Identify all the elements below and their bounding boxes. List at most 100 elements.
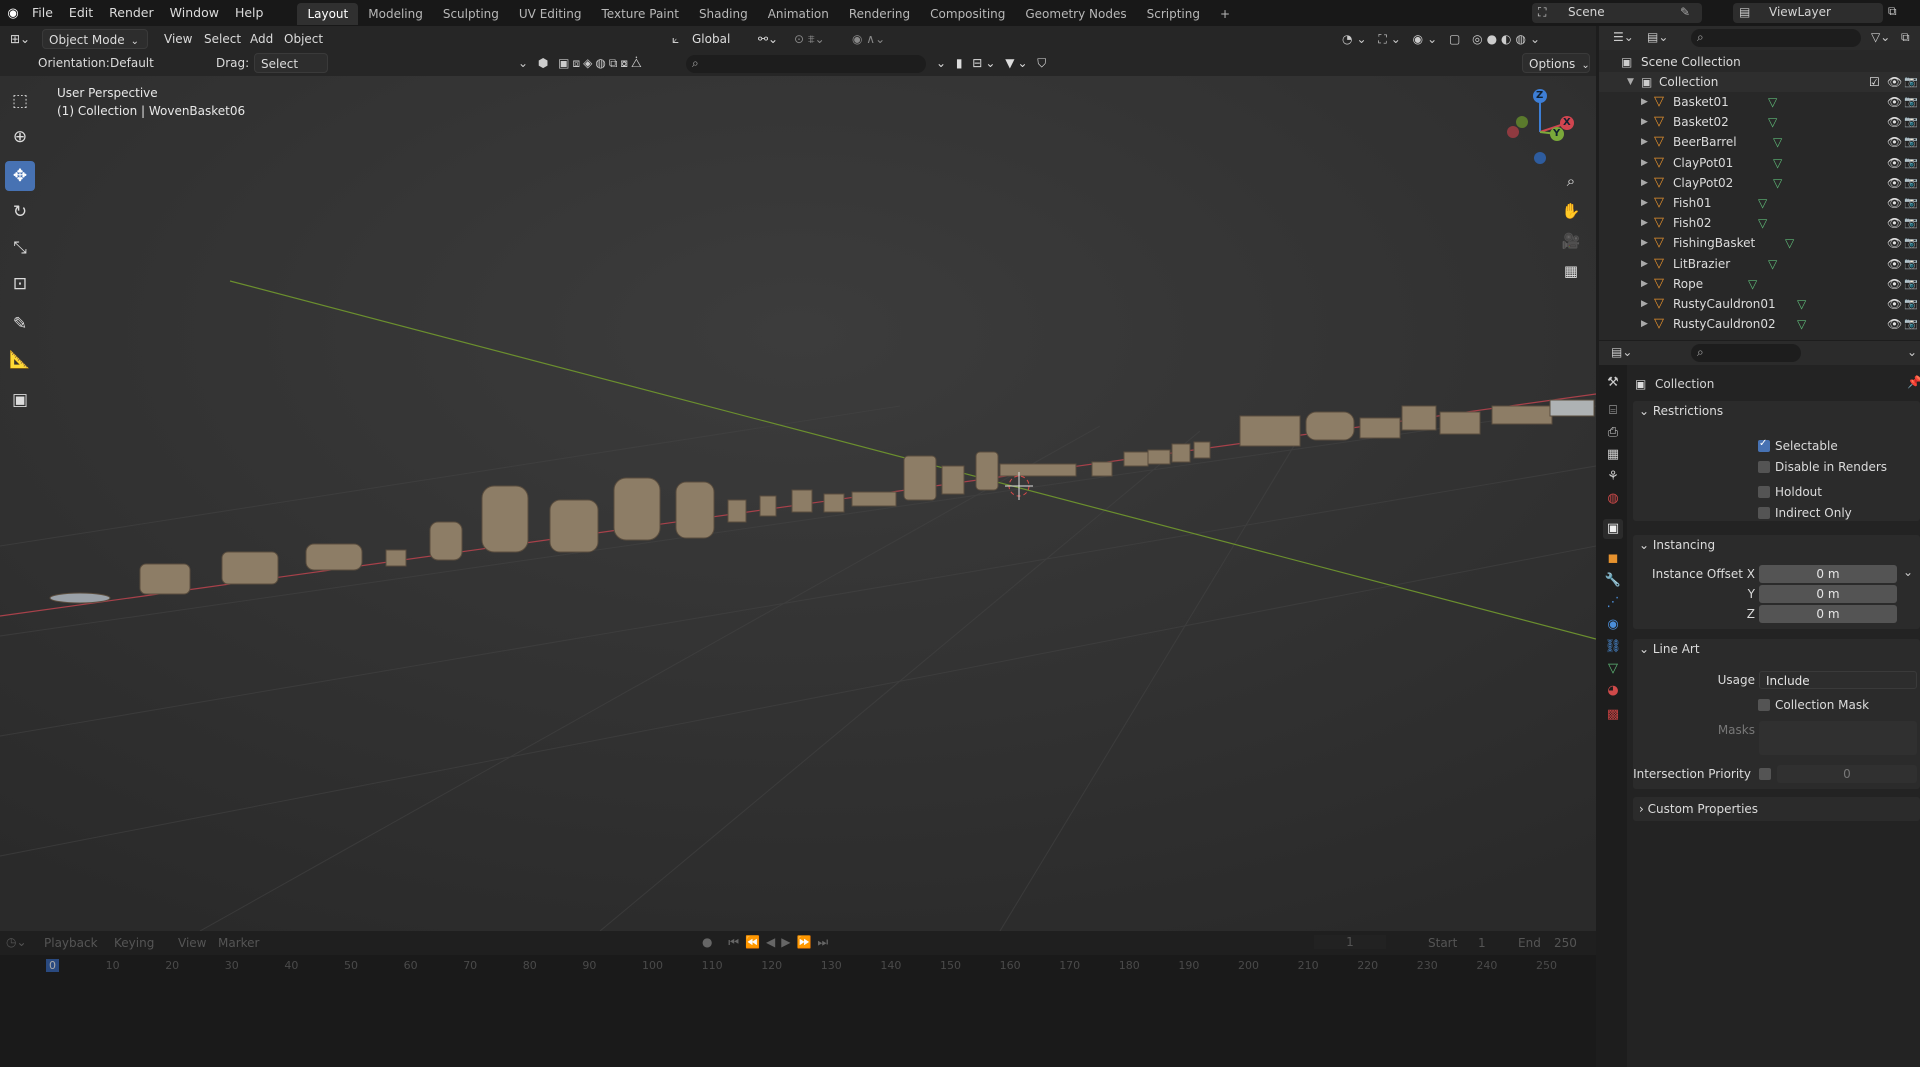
add-cube-tool-icon[interactable]: ▣: [5, 385, 35, 415]
instancing-header[interactable]: ⌄ Instancing: [1639, 535, 1715, 555]
mesh-data-icon[interactable]: ▽: [1773, 153, 1782, 173]
modifier-tab-icon[interactable]: 🔧: [1603, 571, 1623, 591]
outliner-editor-icon[interactable]: ☰⌄: [1613, 30, 1634, 44]
texture-tab-icon[interactable]: ▩: [1603, 705, 1623, 725]
outliner-filter-icon[interactable]: ▽⌄: [1871, 30, 1890, 44]
scale-tool-icon[interactable]: ⤡: [5, 233, 35, 263]
timeline-ruler[interactable]: 0 10 20 30 40 50 60 70 80 90 100 110 120 130 140 150 160…: [0, 957, 1596, 977]
orientation-dropdown[interactable]: Default: [104, 53, 200, 73]
pan-hand-icon[interactable]: ✋: [1556, 196, 1586, 226]
visibility-filter-icons[interactable]: ⌄ ▮ ⊟⌄ ▼⌄ ⛉: [930, 53, 1055, 73]
playback-controls[interactable]: ● ⏮⏪◀▶⏩⏭: [702, 935, 834, 950]
instance-offset-x-field[interactable]: 0 m: [1759, 565, 1897, 583]
filter-icons[interactable]: ⌄ ⬢ ▣⧈◈◍⧉⧇⧊: [512, 53, 651, 73]
camera-icon[interactable]: 📷: [1904, 193, 1918, 213]
menu-file[interactable]: File: [24, 0, 61, 26]
camera-icon[interactable]: 📷: [1904, 92, 1918, 112]
gizmo-label-z[interactable]: Z: [1536, 90, 1543, 101]
zoom-icon[interactable]: ⌕: [1556, 166, 1586, 196]
tab-shading[interactable]: Shading: [689, 3, 758, 25]
annotate-tool-icon[interactable]: ✎: [5, 309, 35, 339]
disable-in-renders-checkbox[interactable]: [1758, 461, 1770, 473]
instance-offset-y-field[interactable]: 0 m: [1759, 585, 1897, 603]
scene-selector[interactable]: ⛶ Scene ✎: [1532, 3, 1702, 23]
eye-icon[interactable]: 👁: [1887, 112, 1902, 132]
pin-icon[interactable]: 📌: [1907, 375, 1920, 389]
eye-icon[interactable]: 👁: [1887, 294, 1902, 314]
menu-window[interactable]: Window: [162, 0, 227, 26]
expand-arrow-icon[interactable]: ▶: [1641, 92, 1648, 112]
cursor-tool-icon[interactable]: ⊕: [5, 122, 35, 152]
tab-scripting[interactable]: Scripting: [1137, 3, 1210, 25]
proportional-edit-icon[interactable]: ◉ ∧⌄: [846, 29, 891, 49]
eye-icon[interactable]: 👁: [1887, 213, 1902, 233]
output-tab-icon[interactable]: ⎙: [1603, 423, 1623, 443]
expand-arrow-icon[interactable]: ▶: [1641, 112, 1648, 132]
current-frame-field[interactable]: 1: [1314, 935, 1386, 949]
end-frame-field[interactable]: 250: [1554, 936, 1577, 950]
measure-tool-icon[interactable]: 📐: [5, 345, 35, 375]
camera-icon[interactable]: 📷: [1904, 314, 1918, 334]
tab-geometry-nodes[interactable]: Geometry Nodes: [1015, 3, 1136, 25]
add-workspace-button[interactable]: +: [1210, 3, 1240, 25]
mesh-data-icon[interactable]: ▽: [1768, 112, 1777, 132]
restrictions-header[interactable]: ⌄ Restrictions: [1639, 401, 1723, 421]
expand-arrow-icon[interactable]: ▼: [1627, 72, 1634, 92]
tab-layout[interactable]: Layout: [297, 3, 359, 25]
material-tab-icon[interactable]: ◕: [1603, 681, 1623, 701]
menu-select[interactable]: Select: [198, 29, 247, 49]
mesh-data-icon[interactable]: ▽: [1768, 92, 1777, 112]
eye-icon[interactable]: 👁: [1887, 254, 1902, 274]
rotate-tool-icon[interactable]: ↻: [5, 197, 35, 227]
mesh-data-icon[interactable]: ▽: [1748, 274, 1757, 294]
eye-icon[interactable]: 👁: [1887, 233, 1902, 253]
tab-texture-paint[interactable]: Texture Paint: [592, 3, 689, 25]
custom-properties-panel[interactable]: › Custom Properties: [1633, 797, 1920, 821]
mesh-data-icon[interactable]: ▽: [1797, 314, 1806, 334]
gizmo-label-y[interactable]: Y: [1553, 128, 1560, 139]
menu-edit[interactable]: Edit: [61, 0, 101, 26]
constraints-tab-icon[interactable]: ⛓: [1603, 637, 1623, 657]
camera-icon[interactable]: 📷: [1904, 72, 1918, 92]
timeline-menu-playback[interactable]: Playback: [44, 936, 98, 950]
outliner-item-row[interactable]: ▶ ▽ BeerBarrel ▽ 👁 📷: [1599, 132, 1920, 152]
eye-icon[interactable]: 👁: [1887, 274, 1902, 294]
scene-collection-row[interactable]: ▣ Scene Collection: [1599, 52, 1920, 72]
tab-sculpting[interactable]: Sculpting: [433, 3, 509, 25]
blender-logo-icon[interactable]: ◉: [2, 6, 24, 21]
object-tab-icon[interactable]: ◼: [1603, 549, 1623, 569]
camera-view-icon[interactable]: 🎥: [1556, 226, 1586, 256]
expand-arrow-icon[interactable]: ▶: [1641, 213, 1648, 233]
tab-compositing[interactable]: Compositing: [920, 3, 1015, 25]
tab-animation[interactable]: Animation: [758, 3, 839, 25]
collection-row[interactable]: ▼ ▣ Collection ☑ 👁 📷: [1599, 72, 1920, 92]
tab-modeling[interactable]: Modeling: [358, 3, 433, 25]
select-box-tool-icon[interactable]: ⬚: [5, 86, 35, 116]
timeline-editor-icon[interactable]: ◷⌄: [6, 935, 27, 949]
menu-render[interactable]: Render: [101, 0, 162, 26]
menu-view[interactable]: View: [158, 29, 198, 49]
collection-mask-checkbox[interactable]: [1758, 699, 1770, 711]
eye-icon[interactable]: 👁: [1887, 193, 1902, 213]
indirect-only-checkbox[interactable]: [1758, 507, 1770, 519]
outliner-item-row[interactable]: ▶ ▽ Fish02 ▽ 👁 📷: [1599, 213, 1920, 233]
holdout-checkbox[interactable]: [1758, 486, 1770, 498]
intersection-priority-checkbox[interactable]: [1759, 768, 1771, 780]
eye-icon[interactable]: 👁: [1887, 314, 1902, 334]
outliner-item-row[interactable]: ▶ ▽ LitBrazier ▽ 👁 📷: [1599, 254, 1920, 274]
snap-icon[interactable]: ⊙ ⩨⌄: [788, 29, 831, 49]
new-collection-icon[interactable]: ⧉: [1901, 30, 1910, 45]
editor-type-icon[interactable]: ⊞⌄: [4, 29, 36, 49]
expand-arrow-icon[interactable]: ▶: [1641, 173, 1648, 193]
overlay-icons[interactable]: ◔⌄ ⛶⌄ ◉⌄ ▢ ◎●◐◍⌄: [1336, 29, 1550, 49]
outliner-search-input[interactable]: ⌕: [1691, 29, 1861, 47]
properties-editor-icon[interactable]: ▤⌄: [1611, 345, 1632, 359]
eye-icon[interactable]: 👁: [1887, 92, 1902, 112]
drag-dropdown[interactable]: Select Box: [254, 53, 328, 91]
new-view-layer-icon[interactable]: ⧉: [1888, 4, 1897, 19]
outliner-item-row[interactable]: ▶ ▽ Fish01 ▽ 👁 📷: [1599, 193, 1920, 213]
physics-tab-icon[interactable]: ◉: [1603, 615, 1623, 635]
pivot-icon[interactable]: ⚯⌄: [752, 29, 784, 49]
world-tab-icon[interactable]: ◍: [1603, 489, 1623, 509]
transform-tool-icon[interactable]: ⊡: [5, 269, 35, 299]
